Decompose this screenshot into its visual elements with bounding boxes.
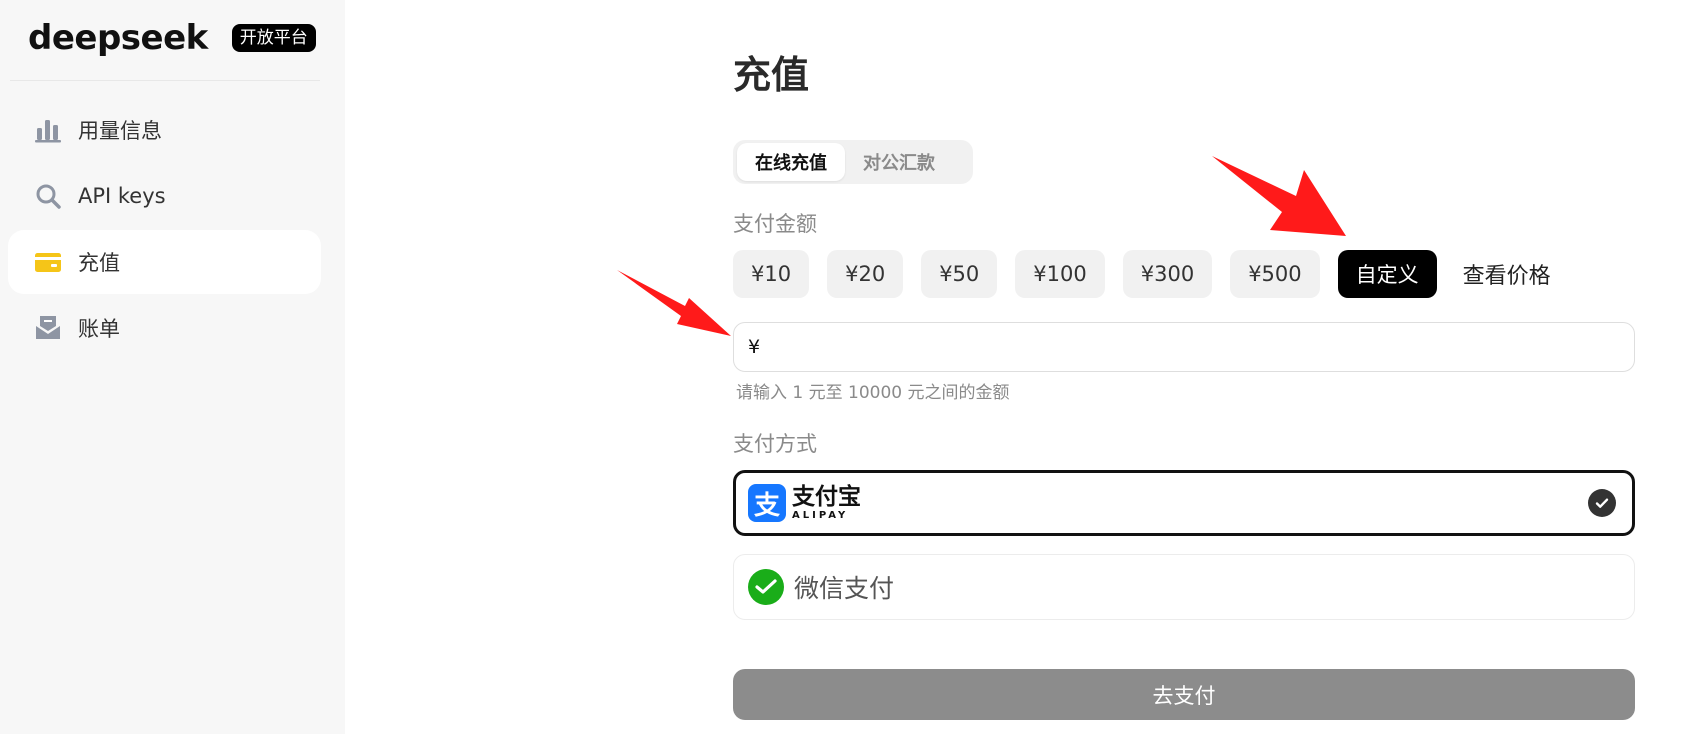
tab-corporate-transfer[interactable]: 对公汇款 — [845, 143, 953, 181]
deepseek-logo[interactable]: deepseek — [28, 21, 208, 55]
amount-option-50[interactable]: ¥50 — [921, 250, 998, 298]
wechat-pay-icon — [748, 569, 784, 605]
sidebar-item-label: API keys — [78, 184, 166, 208]
amount-hint: 请输入 1 元至 10000 元之间的金额 — [736, 383, 1010, 403]
view-price-link[interactable]: 查看价格 — [1463, 258, 1551, 290]
sidebar-nav: 用量信息 API keys 充值 账单 — [8, 98, 321, 362]
platform-badge: 开放平台 — [231, 23, 316, 53]
annotation-arrow-custom — [1212, 156, 1346, 236]
bar-chart-icon — [35, 120, 61, 143]
recharge-tabs: 在线充值 对公汇款 — [733, 140, 973, 184]
pay-button[interactable]: 去支付 — [733, 669, 1635, 720]
payment-option-alipay[interactable]: 支 支付宝 ALIPAY — [733, 470, 1635, 536]
custom-amount-field[interactable]: ¥ — [733, 322, 1635, 372]
amount-section-label: 支付金额 — [733, 212, 817, 236]
sidebar-item-label: 用量信息 — [78, 119, 162, 143]
check-icon — [1588, 489, 1616, 517]
amount-option-100[interactable]: ¥100 — [1015, 250, 1105, 298]
logo-row: deepseek 开放平台 — [28, 16, 316, 60]
amount-option-500[interactable]: ¥500 — [1230, 250, 1320, 298]
amount-option-300[interactable]: ¥300 — [1122, 250, 1213, 298]
inbox-icon — [36, 316, 60, 339]
amount-option-20[interactable]: ¥20 — [827, 250, 904, 298]
page-title: 充值 — [733, 53, 810, 97]
amount-options: ¥10 ¥20 ¥50 ¥100 ¥300 ¥500 自定义 查看价格 — [733, 250, 1551, 298]
currency-prefix: ¥ — [748, 336, 761, 358]
sidebar: deepseek 开放平台 用量信息 API keys 充值 账单 — [0, 0, 345, 734]
wallet-icon — [35, 253, 61, 272]
sidebar-item-recharge[interactable]: 充值 — [8, 230, 321, 294]
sidebar-item-label: 账单 — [78, 317, 120, 341]
amount-option-10[interactable]: ¥10 — [733, 250, 810, 298]
alipay-icon: 支 — [748, 484, 786, 522]
tab-online-recharge[interactable]: 在线充值 — [737, 143, 845, 181]
search-icon — [36, 184, 61, 209]
amount-option-custom[interactable]: 自定义 — [1337, 250, 1437, 298]
sidebar-item-billing[interactable]: 账单 — [8, 296, 321, 360]
payment-section-label: 支付方式 — [733, 432, 817, 456]
wechat-pay-label: 微信支付 — [794, 574, 895, 603]
sidebar-divider — [10, 80, 320, 81]
annotation-arrow-input — [617, 270, 731, 336]
sidebar-item-label: 充值 — [78, 251, 120, 275]
alipay-wordmark: 支付宝 ALIPAY — [792, 483, 861, 521]
sidebar-item-api-keys[interactable]: API keys — [8, 164, 321, 228]
alipay-label-en: ALIPAY — [792, 509, 849, 521]
alipay-logo-glyph: 支 — [753, 490, 780, 521]
payment-option-wechat[interactable]: 微信支付 — [733, 554, 1635, 620]
sidebar-item-usage[interactable]: 用量信息 — [8, 98, 321, 162]
custom-amount-input[interactable] — [766, 335, 1634, 359]
alipay-label: 支付宝 — [792, 483, 861, 510]
